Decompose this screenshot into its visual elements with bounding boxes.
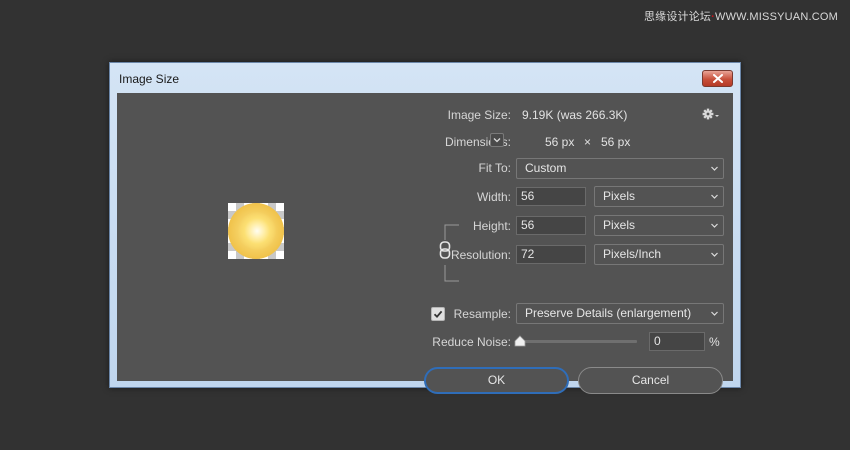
image-size-label: Image Size: <box>447 108 511 122</box>
preview-image-orb <box>228 203 284 259</box>
dialog-title: Image Size <box>119 72 180 86</box>
fit-to-label: Fit To: <box>478 161 511 175</box>
resample-checkbox[interactable] <box>431 307 445 321</box>
settings-button[interactable] <box>702 107 720 121</box>
ok-button[interactable]: OK <box>424 367 569 394</box>
fit-to-value: Custom <box>525 161 567 175</box>
chevron-down-icon <box>711 194 718 199</box>
chevron-down-icon <box>711 223 718 228</box>
dimensions-separator: × <box>584 135 592 149</box>
resolution-unit-value: Pixels/Inch <box>603 247 662 261</box>
height-unit-value: Pixels <box>603 218 636 232</box>
close-button[interactable] <box>702 70 733 87</box>
reduce-noise-label: Reduce Noise: <box>432 335 511 349</box>
slider-thumb-icon <box>514 335 526 347</box>
dimensions-width-value: 56 px <box>545 135 575 149</box>
dimensions-height-value: 56 px <box>601 135 631 149</box>
height-label: Height: <box>472 219 511 233</box>
chevron-down-icon <box>711 166 718 171</box>
dimensions-unit-dropdown[interactable] <box>490 133 504 147</box>
resample-method-value: Preserve Details (enlargement) <box>525 306 692 320</box>
watermark: 思缘设计论坛·WWW.MISSYUAN.COM <box>643 11 838 23</box>
title-bar[interactable]: Image Size <box>110 63 740 93</box>
width-input[interactable]: 56 <box>516 187 586 206</box>
checkmark-icon <box>433 310 443 319</box>
reduce-noise-input[interactable]: 0 <box>649 332 705 351</box>
fit-to-select[interactable]: Custom <box>516 158 724 179</box>
resolution-label: Resolution: <box>450 248 511 262</box>
width-unit-select[interactable]: Pixels <box>594 186 724 207</box>
chevron-down-icon <box>493 138 501 143</box>
chevron-down-icon <box>711 311 718 316</box>
height-unit-select[interactable]: Pixels <box>594 215 724 236</box>
resolution-unit-select[interactable]: Pixels/Inch <box>594 244 724 265</box>
image-size-value: 9.19K (was 266.3K) <box>522 108 628 122</box>
close-icon <box>712 74 723 83</box>
image-preview[interactable] <box>228 203 284 259</box>
chevron-down-icon <box>711 252 718 257</box>
resample-label: Resample: <box>453 307 511 321</box>
width-label: Width: <box>476 190 511 204</box>
resolution-input[interactable]: 72 <box>516 245 586 264</box>
watermark-cn: 思缘设计论坛 <box>643 11 712 23</box>
reduce-noise-unit: % <box>709 335 720 349</box>
resample-method-select[interactable]: Preserve Details (enlargement) <box>516 303 724 324</box>
width-unit-value: Pixels <box>603 189 636 203</box>
image-size-dialog: Image Size Image Size: 9.19K (was 266.3K… <box>109 62 741 394</box>
dialog-client-area: Image Size: 9.19K (was 266.3K) Dimension… <box>117 93 733 394</box>
height-input[interactable]: 56 <box>516 216 586 235</box>
watermark-url: WWW.MISSYUAN.COM <box>715 11 838 23</box>
gear-icon <box>702 108 719 120</box>
cancel-button[interactable]: Cancel <box>578 367 723 394</box>
reduce-noise-slider[interactable] <box>517 340 637 343</box>
reduce-noise-slider-thumb[interactable] <box>514 335 526 347</box>
